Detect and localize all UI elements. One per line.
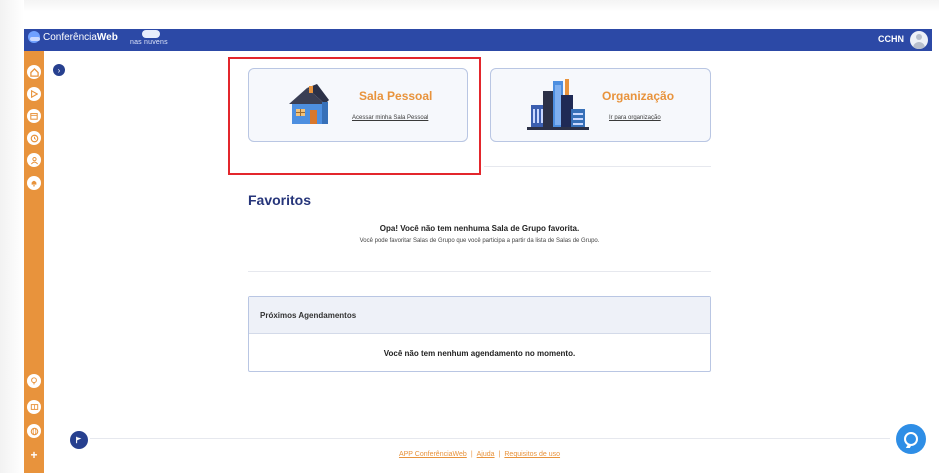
organization-title: Organização — [602, 89, 675, 103]
footer-separator: | — [498, 451, 501, 458]
sidebar-expand-icon[interactable]: › — [53, 64, 65, 76]
divider — [484, 166, 711, 167]
favorites-empty-message: Opa! Você não tem nenhuma Sala de Grupo … — [379, 224, 580, 233]
brand-logo[interactable]: ConferênciaWeb — [28, 31, 118, 43]
brand-prefix: Conferência — [43, 31, 97, 43]
highlight-box — [228, 57, 481, 175]
bell-icon[interactable] — [27, 176, 41, 190]
book-icon[interactable] — [27, 400, 41, 414]
schedule-header: Próximos Agendamentos — [249, 297, 710, 334]
divider — [248, 271, 711, 272]
sidebar: + — [24, 51, 44, 473]
chat-button[interactable] — [896, 424, 926, 454]
organization-card[interactable]: Organização Ir para organização — [490, 68, 711, 142]
app-window: ConferênciaWeb nas nuvens CCHN + › Sala … — [0, 0, 939, 473]
footer-divider — [90, 438, 890, 439]
upcoming-schedule-panel: Próximos Agendamentos Você não tem nenhu… — [248, 296, 711, 372]
top-bar: ConferênciaWeb nas nuvens CCHN — [24, 29, 932, 51]
screenshot-shadow-left — [0, 0, 24, 473]
schedule-empty-message: Você não tem nenhum agendamento no momen… — [383, 349, 576, 358]
cloud-text: nas nuvens — [130, 39, 168, 46]
chat-icon — [904, 432, 918, 446]
brand-name: ConferênciaWeb — [43, 32, 118, 43]
avatar[interactable] — [910, 31, 928, 49]
flag-icon[interactable] — [70, 431, 88, 449]
group-icon[interactable] — [27, 153, 41, 167]
footer-app-link[interactable]: APP ConferênciaWeb — [399, 451, 467, 458]
play-icon[interactable] — [27, 87, 41, 101]
plus-icon[interactable]: + — [27, 448, 41, 462]
footer-help-link[interactable]: Ajuda — [477, 451, 495, 458]
buildings-icon — [527, 79, 589, 130]
lightbulb-icon[interactable] — [27, 374, 41, 388]
favorites-empty-submessage: Você pode favoritar Salas de Grupo que v… — [359, 238, 600, 244]
globe-icon[interactable] — [27, 424, 41, 438]
cloud-logo: nas nuvens — [120, 29, 172, 51]
history-icon[interactable] — [27, 131, 41, 145]
cloud-icon — [142, 30, 160, 38]
screenshot-shadow-top — [0, 0, 939, 12]
home-icon[interactable] — [27, 65, 41, 79]
footer-requirements-link[interactable]: Requisitos de uso — [504, 451, 560, 458]
logo-icon — [28, 31, 40, 43]
organization-link[interactable]: Ir para organização — [609, 115, 661, 121]
user-name[interactable]: CCHN — [878, 34, 904, 44]
footer-links: APP ConferênciaWeb | Ajuda | Requisitos de u… — [248, 451, 711, 458]
calendar-icon[interactable] — [27, 109, 41, 123]
favorites-title: Favoritos — [248, 192, 312, 208]
brand-suffix: Web — [96, 31, 118, 43]
schedule-title: Próximos Agendamentos — [260, 311, 357, 320]
footer-separator: | — [470, 451, 473, 458]
